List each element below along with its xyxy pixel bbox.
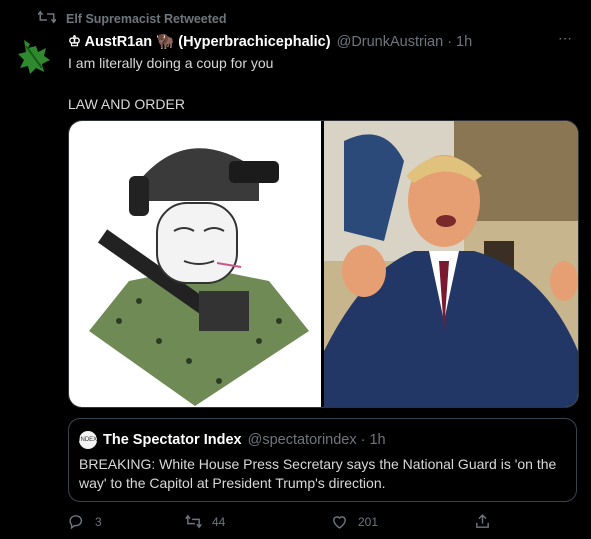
tweet-header: ♔ AustR1an 🦬 (Hyperbrachicephalic) @Drun… [68, 33, 472, 51]
tweet-text-line: I am literally doing a coup for you [68, 55, 274, 71]
press-photo-image[interactable] [324, 121, 578, 407]
reply-icon [69, 515, 83, 530]
media-gallery[interactable] [68, 120, 579, 408]
retweet-icon [37, 10, 57, 27]
retweet-label: Elf Supremacist Retweeted [66, 11, 227, 26]
quoted-tweet[interactable]: INDEX The Spectator Index @spectatorinde… [68, 418, 577, 502]
retweet-count: 44 [212, 514, 226, 529]
quoted-tweet-text: BREAKING: White House Press Secretary sa… [79, 456, 557, 491]
share-icon [476, 514, 489, 528]
retweet-button[interactable]: 44 [185, 513, 225, 530]
like-count: 201 [358, 514, 379, 529]
separator-dot: · [360, 432, 366, 448]
reply-count: 3 [95, 514, 102, 529]
tweet-text-line: LAW AND ORDER [68, 96, 185, 112]
reply-button[interactable]: 3 [68, 513, 102, 530]
quoted-avatar: INDEX [79, 431, 97, 449]
separator-dot: · [447, 33, 453, 50]
author-name[interactable]: ♔ AustR1an 🦬 (Hyperbrachicephalic) [68, 33, 331, 50]
more-icon[interactable]: ⋯ [558, 30, 573, 47]
wojak-soldier-image[interactable] [69, 121, 321, 407]
like-button[interactable]: 201 [331, 513, 378, 530]
retweet-icon [185, 514, 202, 529]
author-handle[interactable]: @DrunkAustrian [337, 34, 444, 50]
leaf-avatar-icon[interactable] [16, 38, 52, 76]
quoted-tweet-header: INDEX The Spectator Index @spectatorinde… [79, 431, 386, 449]
share-button[interactable] [474, 513, 491, 530]
tweet-time[interactable]: 1h [456, 34, 472, 50]
quoted-author-name: The Spectator Index [103, 432, 242, 448]
tweet-text: I am literally doing a coup for you LAW … [68, 54, 273, 113]
quoted-time: 1h [369, 432, 386, 448]
quoted-author-handle: @spectatorindex [247, 432, 357, 448]
retweet-context[interactable]: Elf Supremacist Retweeted [37, 10, 227, 27]
heart-icon [333, 516, 346, 529]
